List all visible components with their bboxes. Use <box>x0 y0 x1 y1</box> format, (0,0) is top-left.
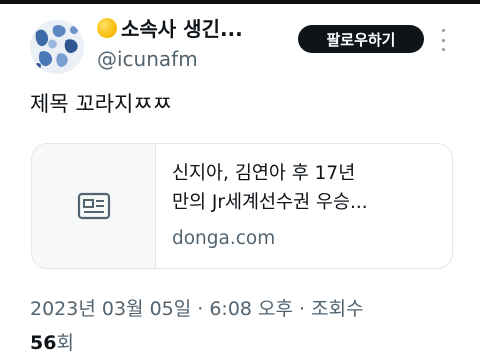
view-count: 56회 <box>30 328 74 355</box>
display-name[interactable]: 소속사 생긴... <box>121 13 243 42</box>
card-title-line-1: 신지아, 김연아 후 17년 <box>172 163 356 184</box>
top-bar <box>0 0 480 4</box>
view-count-suffix: 회 <box>56 332 74 354</box>
card-title[interactable]: 신지아, 김연아 후 17년 만의 Jr세계선수권 우승... <box>172 159 442 217</box>
card-thumbnail <box>32 144 156 268</box>
link-preview-card[interactable]: 신지아, 김연아 후 17년 만의 Jr세계선수권 우승... donga.co… <box>31 143 453 269</box>
card-domain: donga.com <box>172 228 276 249</box>
user-handle[interactable]: @icunafm <box>97 47 198 71</box>
follow-button[interactable]: 팔로우하기 <box>298 25 424 53</box>
tweet-timestamp[interactable]: 2023년 03월 05일 · 6:08 오후 · 조회수 <box>30 294 364 321</box>
author-name-row[interactable]: 소속사 생긴... <box>97 13 243 42</box>
card-title-line-2: 만의 Jr세계선수권 우승... <box>172 192 368 213</box>
avatar[interactable] <box>30 20 84 74</box>
view-count-number: 56 <box>30 332 57 354</box>
yellow-circle-emoji-icon <box>97 17 117 38</box>
article-icon <box>77 192 110 220</box>
more-vertical-icon[interactable] <box>438 29 448 51</box>
tweet-text: 제목 꼬라지ㅉㅉ <box>30 92 172 116</box>
